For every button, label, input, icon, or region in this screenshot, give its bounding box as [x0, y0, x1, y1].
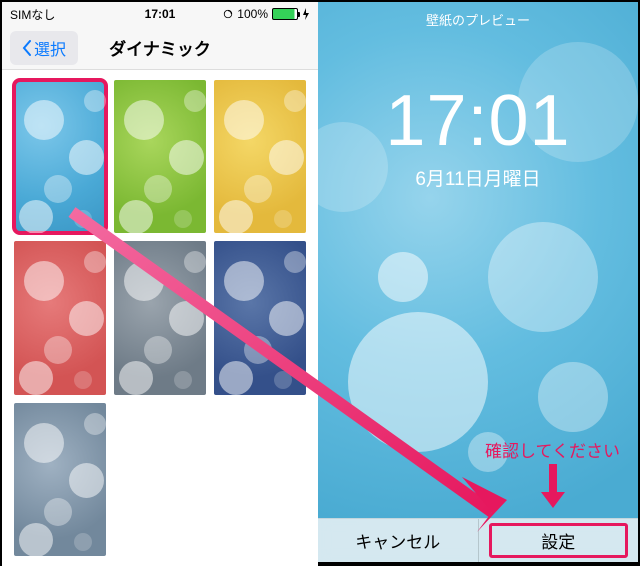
status-bar: SIMなし 17:01 100%: [2, 2, 318, 26]
cancel-label: キャンセル: [355, 528, 440, 553]
wallpaper-preview: 壁紙のプレビュー 17:01 6月11日月曜日 キャンセル 設定 確認してくださ…: [318, 2, 638, 562]
lock-time: 17:01: [318, 80, 638, 162]
nav-bar: 選択 ダイナミック: [2, 26, 318, 70]
status-time: 17:01: [2, 7, 318, 21]
annotation-highlight: [489, 523, 629, 558]
wallpaper-thumb-slate[interactable]: [14, 403, 106, 556]
wallpaper-picker-screen: SIMなし 17:01 100% 選択 ダイナミック: [2, 2, 318, 562]
wallpaper-preview-screen: 壁紙のプレビュー 17:01 6月11日月曜日 キャンセル 設定 確認してくださ…: [318, 2, 638, 562]
wallpaper-grid: [2, 70, 318, 566]
annotation-text: 確認してください: [485, 437, 620, 462]
wallpaper-thumb-navy[interactable]: [214, 241, 306, 394]
wallpaper-thumb-gray[interactable]: [114, 241, 206, 394]
wallpaper-thumb-green[interactable]: [114, 80, 206, 233]
page-title: ダイナミック: [2, 35, 318, 60]
set-button[interactable]: 設定: [479, 519, 639, 562]
preview-header: 壁紙のプレビュー: [318, 10, 638, 29]
preview-bottom-bar: キャンセル 設定: [318, 518, 638, 562]
battery-icon: [272, 8, 298, 20]
wallpaper-thumb-yellow[interactable]: [214, 80, 306, 233]
annotation-arrow-down-icon: [538, 464, 568, 510]
wallpaper-thumb-blue[interactable]: [14, 80, 106, 233]
cancel-button[interactable]: キャンセル: [318, 519, 478, 562]
wallpaper-thumb-red[interactable]: [14, 241, 106, 394]
lock-date: 6月11日月曜日: [318, 164, 638, 191]
lock-clock: 17:01 6月11日月曜日: [318, 80, 638, 191]
